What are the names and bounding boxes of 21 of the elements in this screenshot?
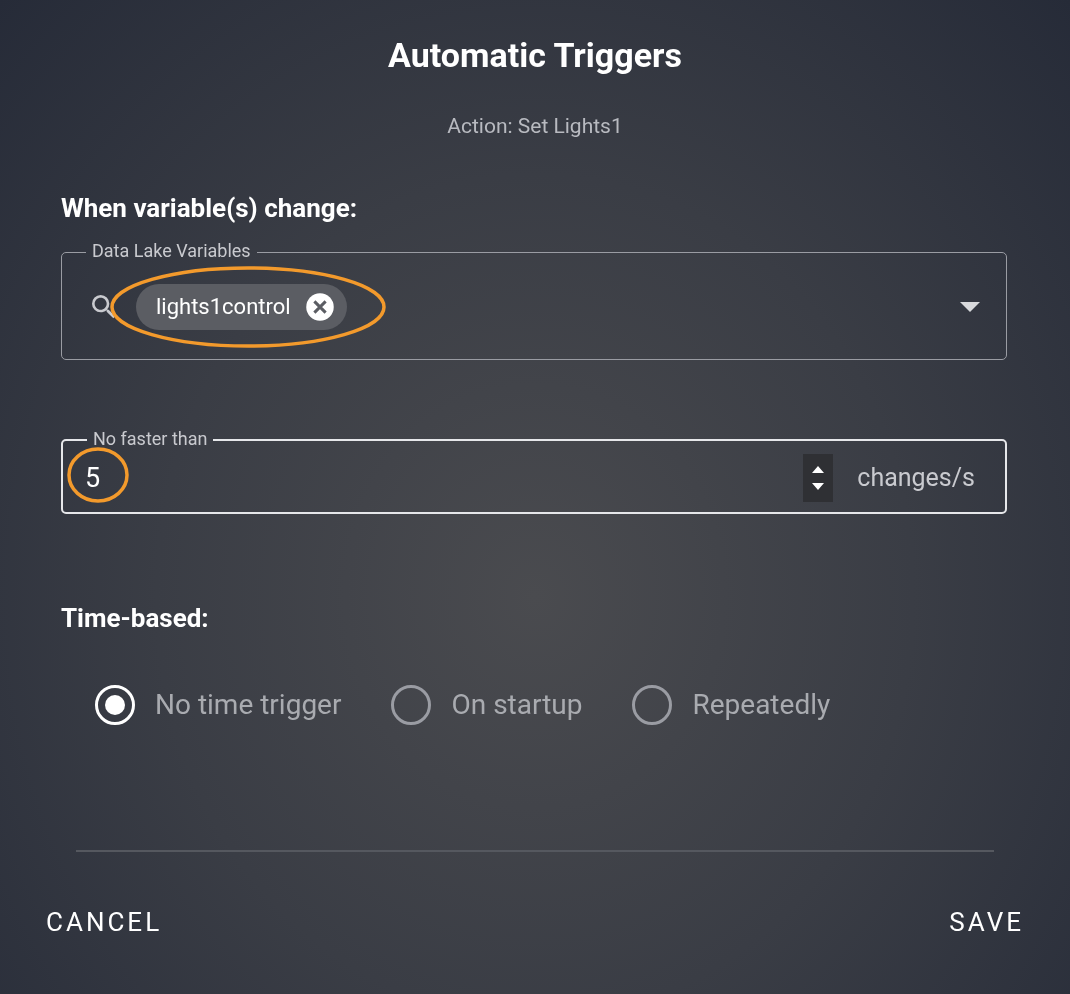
radio-button[interactable]	[632, 685, 673, 725]
rate-field[interactable]: No faster than 5 changes/s	[61, 428, 1007, 514]
radio-button[interactable]	[391, 685, 432, 725]
cancel-button[interactable]: CANCEL	[46, 906, 163, 938]
field-label: Data Lake Variables	[92, 240, 251, 261]
variable-chip[interactable]: lights1control	[136, 283, 347, 330]
section-heading: Time-based:	[61, 602, 210, 634]
dialog-title: Automatic Triggers	[387, 34, 683, 76]
radio-label: Repeatedly	[692, 687, 831, 723]
dialog-subtitle: Action: Set Lights1	[447, 113, 623, 140]
section-heading: When variable(s) change:	[61, 192, 358, 224]
radio-label: On startup	[451, 687, 583, 723]
unit-label: changes/s	[857, 462, 975, 495]
remove-icon[interactable]	[304, 291, 335, 322]
field-label: No faster than	[93, 428, 208, 449]
spinner-icon[interactable]	[803, 454, 834, 502]
field-value: 5	[84, 461, 102, 494]
dropdown-caret-icon[interactable]	[960, 301, 980, 312]
save-button[interactable]: SAVE	[949, 906, 1024, 938]
variables-field[interactable]: Data Lake Variables lights1control	[61, 240, 1007, 360]
radio-label: No time trigger	[155, 687, 342, 723]
